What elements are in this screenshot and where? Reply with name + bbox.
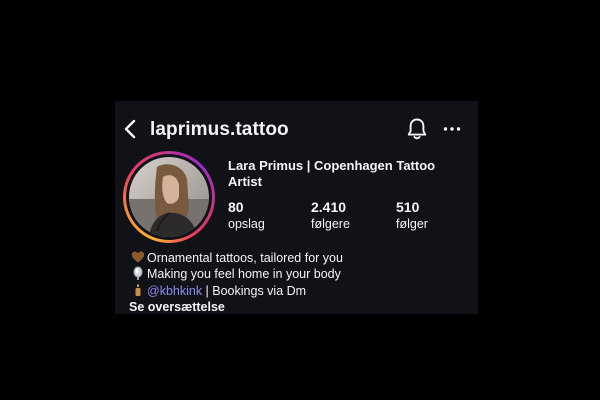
stat-following[interactable]: 510 følger [396, 199, 428, 232]
avatar [129, 157, 209, 237]
profile-display-name: Lara Primus | Copenhagen Tattoo Artist [228, 158, 436, 189]
bio-text-1: Ornamental tattoos, tailored for you [147, 251, 343, 265]
profile-panel: laprimus.tattoo Lara Primus | Copenhagen… [115, 101, 478, 314]
back-chevron-icon[interactable] [123, 119, 137, 139]
bio-text-3: | Bookings via Dm [202, 283, 307, 298]
mention-link[interactable]: @kbhkink [147, 284, 202, 298]
stat-posts-label: opslag [228, 217, 265, 231]
bio-line: @kbhkink | Bookings via Dm [131, 283, 471, 299]
bio-line: Making you feel home in your body [131, 266, 471, 282]
profile-bio: Ornamental tattoos, tailored for you Mak… [131, 250, 471, 299]
bio-text-2: Making you feel home in your body [147, 267, 341, 282]
stat-following-count: 510 [396, 199, 420, 215]
brown-heart-icon [131, 251, 145, 263]
candle-icon [135, 283, 141, 296]
stat-followers[interactable]: 2.410 følgere [311, 199, 350, 232]
bell-icon[interactable] [406, 117, 428, 141]
profile-username: laprimus.tattoo [150, 119, 289, 140]
stat-followers-label: følgere [311, 217, 350, 231]
bio-line: Ornamental tattoos, tailored for you [131, 250, 471, 266]
stat-following-label: følger [396, 217, 428, 231]
stat-posts-count: 80 [228, 199, 244, 215]
see-translation-link[interactable]: Se oversættelse [129, 300, 225, 314]
more-horizontal-icon[interactable] [443, 120, 461, 138]
stat-posts[interactable]: 80 opslag [228, 199, 265, 232]
stat-followers-count: 2.410 [311, 199, 347, 215]
profile-header: laprimus.tattoo [115, 115, 478, 143]
mirror-icon [133, 266, 143, 281]
story-ring[interactable] [123, 151, 215, 243]
